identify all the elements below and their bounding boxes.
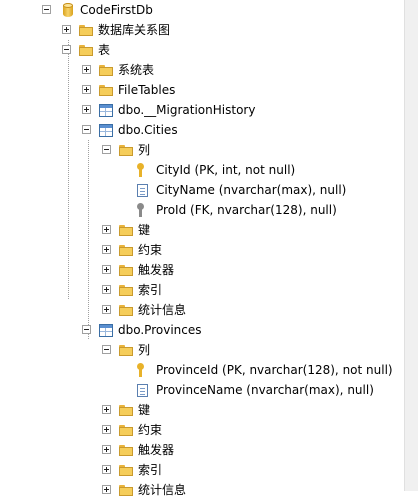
collapse-toggle[interactable] bbox=[102, 145, 111, 154]
database-icon bbox=[60, 2, 76, 18]
node-label: 列 bbox=[138, 343, 151, 357]
expand-toggle[interactable] bbox=[82, 85, 91, 94]
folder-icon bbox=[98, 82, 114, 98]
collapse-toggle[interactable] bbox=[102, 345, 111, 354]
node-label: CodeFirstDb bbox=[80, 3, 153, 17]
vertical-scrollbar[interactable] bbox=[404, 0, 418, 491]
folder-icon bbox=[78, 42, 94, 58]
folder-icon bbox=[118, 242, 134, 258]
table-icon bbox=[99, 104, 113, 117]
collapse-toggle[interactable] bbox=[82, 325, 91, 334]
node-label: 索引 bbox=[138, 283, 163, 297]
node-label: 键 bbox=[138, 223, 151, 237]
object-explorer-tree: CodeFirstDb 数据库关系图 表 系统表 FileTables dbo.… bbox=[0, 0, 405, 497]
folder-icon bbox=[118, 422, 134, 438]
node-label: 系统表 bbox=[118, 63, 155, 77]
node-label: 索引 bbox=[138, 463, 163, 477]
folder-icon bbox=[118, 142, 134, 158]
folder-icon bbox=[118, 462, 134, 478]
folder-icon bbox=[118, 442, 134, 458]
primary-key-icon bbox=[134, 162, 150, 178]
collapse-toggle[interactable] bbox=[42, 5, 51, 14]
expand-toggle[interactable] bbox=[102, 245, 111, 254]
node-label: FileTables bbox=[118, 83, 176, 97]
folder-icon bbox=[118, 302, 134, 318]
node-label: CityId (PK, int, not null) bbox=[156, 163, 296, 177]
expand-toggle[interactable] bbox=[102, 305, 111, 314]
expand-toggle[interactable] bbox=[102, 465, 111, 474]
folder-icon bbox=[118, 282, 134, 298]
expand-toggle[interactable] bbox=[102, 265, 111, 274]
folder-icon bbox=[98, 62, 114, 78]
collapse-toggle[interactable] bbox=[82, 125, 91, 134]
node-label: dbo.Provinces bbox=[118, 323, 202, 337]
expand-toggle[interactable] bbox=[102, 285, 111, 294]
table-icon bbox=[99, 324, 113, 337]
node-label: 约束 bbox=[138, 243, 163, 257]
node-label: 列 bbox=[138, 143, 151, 157]
node-label: 统计信息 bbox=[138, 303, 187, 317]
folder-icon bbox=[118, 222, 134, 238]
expand-toggle[interactable] bbox=[102, 425, 111, 434]
expand-toggle[interactable] bbox=[62, 25, 71, 34]
node-label: 表 bbox=[98, 43, 111, 57]
collapse-toggle[interactable] bbox=[62, 45, 71, 54]
tree-guide-line bbox=[88, 140, 89, 340]
node-label: 约束 bbox=[138, 423, 163, 437]
expand-toggle[interactable] bbox=[102, 445, 111, 454]
folder-icon bbox=[118, 262, 134, 278]
foreign-key-icon bbox=[134, 202, 150, 218]
node-label: CityName (nvarchar(max), null) bbox=[156, 183, 347, 197]
node-label: ProId (FK, nvarchar(128), null) bbox=[156, 203, 337, 217]
expand-toggle[interactable] bbox=[82, 65, 91, 74]
expand-toggle[interactable] bbox=[102, 485, 111, 494]
node-label: ProvinceId (PK, nvarchar(128), not null) bbox=[156, 363, 393, 377]
primary-key-icon bbox=[134, 362, 150, 378]
expand-toggle[interactable] bbox=[82, 105, 91, 114]
table-icon bbox=[99, 124, 113, 137]
node-label: 触发器 bbox=[138, 443, 175, 457]
node-label: 统计信息 bbox=[138, 483, 187, 497]
node-label: dbo.Cities bbox=[118, 123, 178, 137]
expand-toggle[interactable] bbox=[102, 225, 111, 234]
node-label: 数据库关系图 bbox=[98, 23, 171, 37]
folder-icon bbox=[118, 482, 134, 498]
node-label: 键 bbox=[138, 403, 151, 417]
column-icon bbox=[137, 184, 148, 197]
node-label: dbo.__MigrationHistory bbox=[118, 103, 256, 117]
folder-icon bbox=[118, 402, 134, 418]
node-label: ProvinceName (nvarchar(max), null) bbox=[156, 383, 374, 397]
node-label: 触发器 bbox=[138, 263, 175, 277]
column-icon bbox=[137, 384, 148, 397]
tree-guide-line bbox=[68, 40, 69, 300]
folder-icon bbox=[118, 342, 134, 358]
expand-toggle[interactable] bbox=[102, 405, 111, 414]
folder-icon bbox=[78, 22, 94, 38]
